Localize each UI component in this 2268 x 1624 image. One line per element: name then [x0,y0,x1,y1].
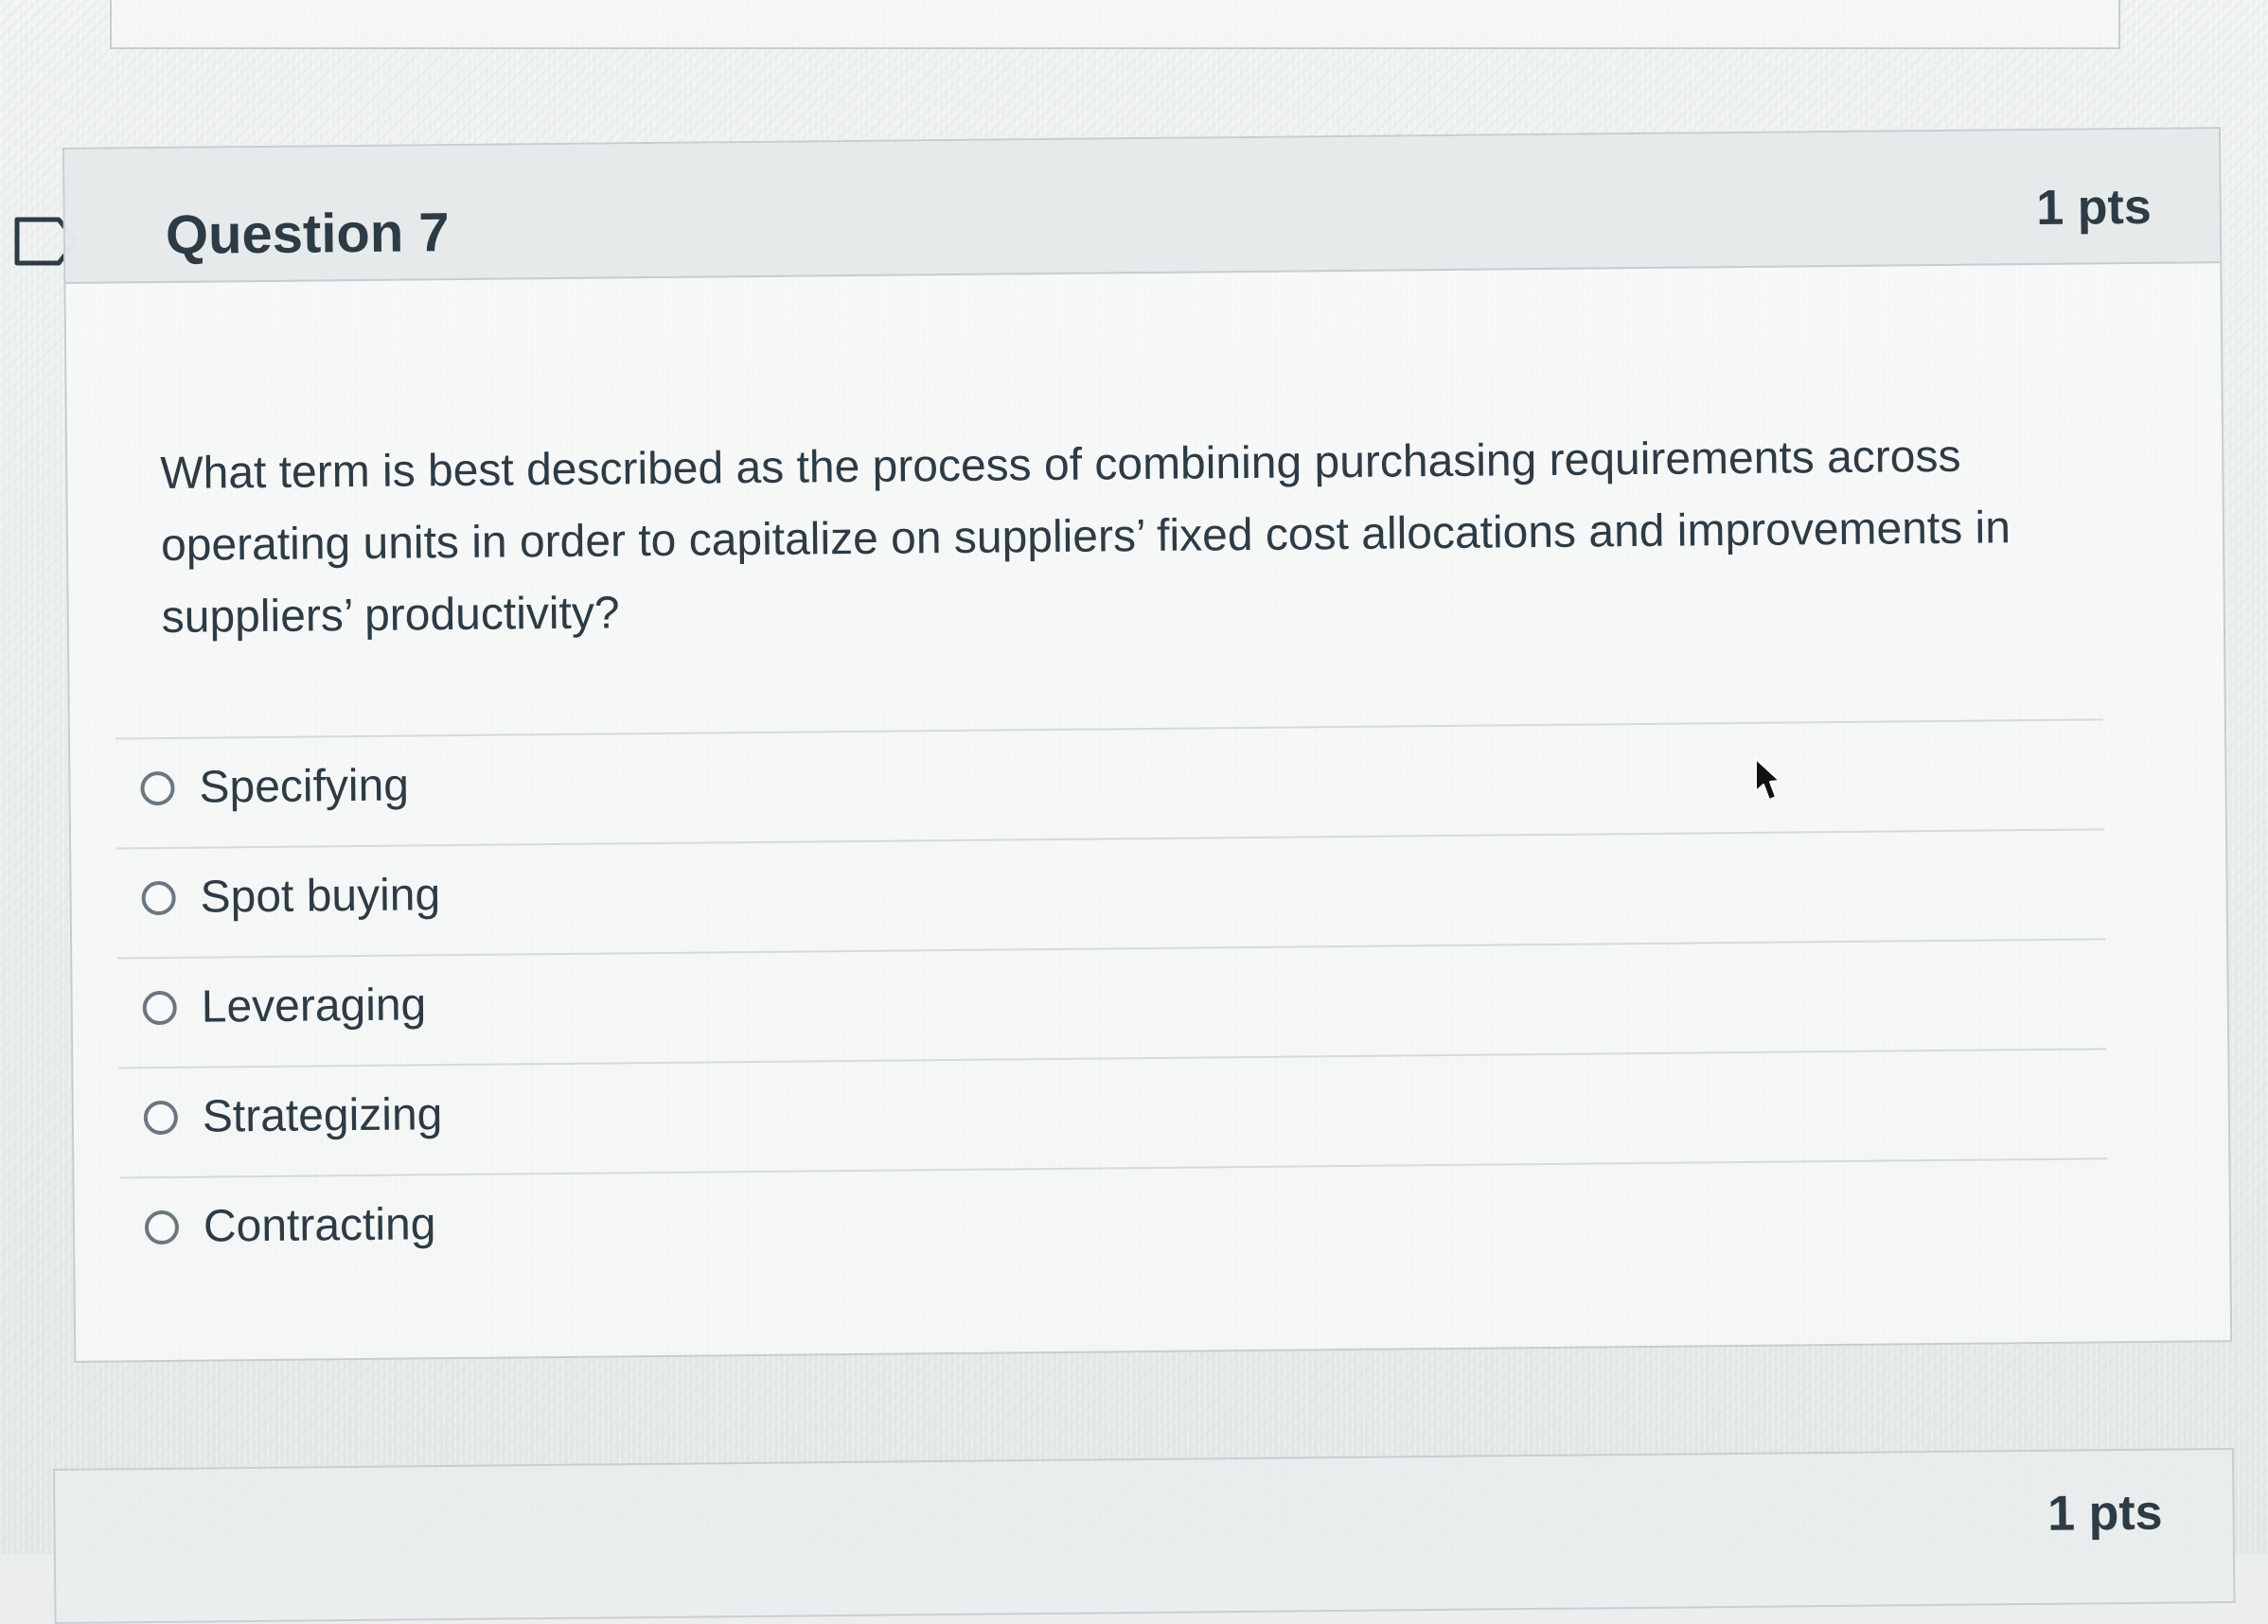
previous-question-card [110,0,2120,49]
next-question-card: 1 pts [53,1447,2236,1624]
question-header: Question 7 1 pts [64,129,2221,284]
answer-option[interactable]: Spot buying [116,828,2106,958]
radio-icon[interactable] [143,1100,179,1136]
answer-option[interactable]: Leveraging [117,938,2107,1068]
answer-list: Specifying Spot buying Leveraging Strate… [115,718,2109,1287]
answer-option[interactable]: Specifying [115,718,2105,848]
next-question-points: 1 pts [2047,1485,2163,1542]
answer-label[interactable]: Strategizing [203,1088,443,1143]
answer-option[interactable]: Strategizing [118,1048,2108,1177]
answer-label[interactable]: Leveraging [201,979,426,1033]
question-card: Question 7 1 pts What term is best descr… [62,127,2233,1363]
cursor-icon [1755,758,1781,801]
answer-label[interactable]: Contracting [204,1198,436,1253]
question-title: Question 7 [165,202,450,266]
answer-option[interactable]: Contracting [119,1157,2109,1287]
radio-icon[interactable] [140,770,175,806]
radio-icon[interactable] [142,990,177,1026]
answer-label[interactable]: Specifying [199,760,409,815]
question-prompt: What term is best described as the proce… [160,431,2011,644]
answer-label[interactable]: Spot buying [200,869,440,924]
radio-icon[interactable] [141,880,176,916]
radio-icon[interactable] [144,1209,180,1245]
question-points: 1 pts [2036,179,2152,236]
